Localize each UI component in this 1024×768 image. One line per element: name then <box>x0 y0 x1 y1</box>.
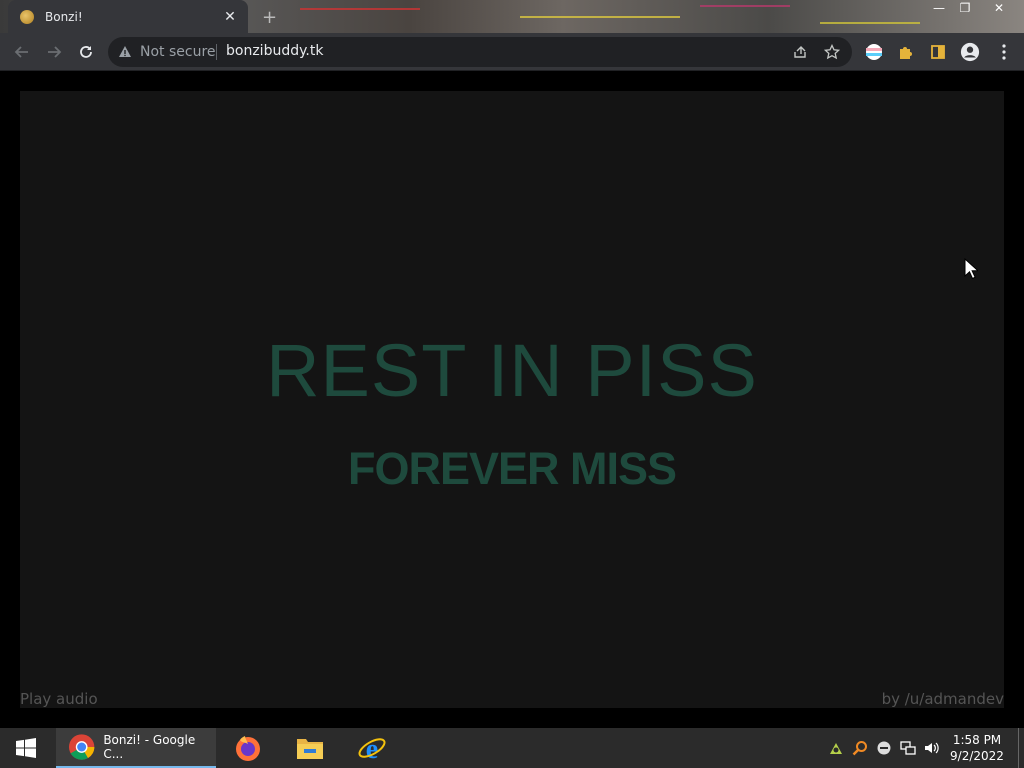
close-window-button[interactable]: ✕ <box>984 0 1014 18</box>
flag-extension-button[interactable] <box>864 42 884 62</box>
wallpaper-streak <box>300 8 420 10</box>
page-subline: FOREVER MISS <box>347 443 677 494</box>
bonzi-favicon-icon <box>20 9 34 24</box>
tray-search-button[interactable] <box>852 740 868 756</box>
share-icon <box>794 46 806 58</box>
clock-time: 1:58 PM <box>952 733 1002 747</box>
taskbar-active-label: Bonzi! - Google C... <box>103 733 196 761</box>
side-panel-icon <box>931 45 945 59</box>
taskbar-chrome-window[interactable]: Bonzi! - Google C... <box>56 728 216 768</box>
tray-app-button[interactable] <box>828 740 844 756</box>
forward-icon <box>48 46 62 58</box>
credit-text: by /u/admandev <box>881 690 1004 708</box>
page-headline: REST IN PISS <box>266 329 758 412</box>
taskbar-clock[interactable]: 1:58 PM 9/2/2022 <box>944 732 1010 764</box>
tray-volume-button[interactable] <box>924 740 940 756</box>
bookmark-star-icon <box>824 44 840 60</box>
warning-icon <box>119 46 131 57</box>
forward-button[interactable] <box>42 40 66 64</box>
bookmark-button[interactable] <box>822 42 842 62</box>
browser-menu-button[interactable] <box>994 42 1014 62</box>
taskbar-internet-explorer[interactable]: e <box>356 728 388 768</box>
address-bar[interactable]: Not secure bonzibuddy.tk <box>108 37 852 67</box>
tray-app-icon <box>830 743 842 754</box>
tab-title: Bonzi! <box>45 9 83 24</box>
windows-logo-icon <box>16 738 36 758</box>
search-tray-icon <box>852 741 867 756</box>
browser-toolbar: Not secure bonzibuddy.tk <box>0 33 1024 71</box>
side-panel-button[interactable] <box>928 42 948 62</box>
tab-close-icon[interactable]: ✕ <box>222 9 238 25</box>
back-button[interactable] <box>10 40 34 64</box>
internet-explorer-icon: e <box>358 734 386 763</box>
firefox-icon <box>236 736 260 761</box>
svg-text:e: e <box>366 734 378 763</box>
file-explorer-icon <box>297 739 323 759</box>
play-audio-link[interactable]: Play audio <box>20 690 98 708</box>
reload-button[interactable] <box>74 40 98 64</box>
web-page-viewport: REST IN PISS FOREVER MISS Play audio by … <box>0 72 1024 728</box>
omnibox-divider <box>216 44 217 60</box>
security-label: Not secure <box>140 44 216 60</box>
flag-extension-icon <box>866 44 882 60</box>
extensions-button[interactable] <box>896 42 916 62</box>
chrome-icon <box>68 734 95 760</box>
browser-tab-active[interactable]: Bonzi! ✕ <box>8 0 248 33</box>
taskbar-firefox[interactable] <box>232 728 264 768</box>
page-stage: REST IN PISS FOREVER MISS Play audio by … <box>20 91 1004 708</box>
reload-icon <box>80 46 92 58</box>
new-tab-button[interactable]: + <box>262 7 277 28</box>
mouse-cursor-icon <box>964 258 978 280</box>
back-icon <box>14 46 28 58</box>
wallpaper-streak <box>700 5 790 7</box>
profile-button[interactable] <box>960 42 980 62</box>
start-button[interactable] <box>0 728 52 768</box>
wallpaper-streak <box>520 16 680 18</box>
security-indicator[interactable]: Not secure <box>118 44 216 60</box>
show-desktop-button[interactable] <box>1018 728 1019 768</box>
tray-network-button[interactable] <box>900 740 916 756</box>
volume-icon <box>925 742 939 754</box>
clock-date: 9/2/2022 <box>950 749 1004 763</box>
share-button[interactable] <box>790 42 810 62</box>
title-bar: Bonzi! ✕ + — ❐ ✕ <box>0 0 1024 33</box>
puzzle-extensions-icon <box>900 47 912 59</box>
taskbar: Bonzi! - Google C... e 1:58 PM 9/2/2022 <box>0 728 1024 768</box>
taskbar-file-explorer[interactable] <box>294 728 326 768</box>
maximize-button[interactable]: ❐ <box>950 0 980 18</box>
status-tray-icon <box>877 741 891 755</box>
url-text[interactable]: bonzibuddy.tk <box>226 43 323 59</box>
menu-dots-icon <box>1002 44 1006 60</box>
profile-avatar-icon <box>960 42 980 62</box>
network-icon <box>900 741 916 755</box>
tray-status-button[interactable] <box>876 740 892 756</box>
wallpaper-streak <box>820 22 920 24</box>
